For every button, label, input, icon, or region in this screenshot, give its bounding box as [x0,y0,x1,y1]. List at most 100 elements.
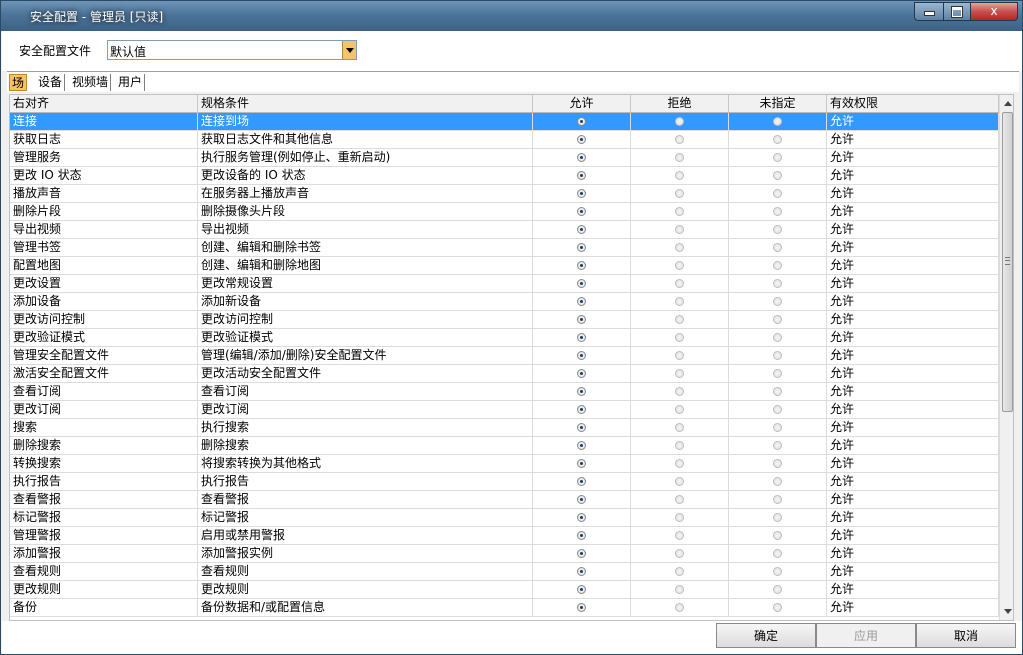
allow-radio[interactable] [577,495,586,504]
table-row[interactable]: 配置地图 创建、编辑和删除地图 允许 [10,257,999,275]
deny-radio[interactable] [675,477,684,486]
unspecified-radio[interactable] [773,459,782,468]
deny-radio[interactable] [675,333,684,342]
unspecified-radio[interactable] [773,297,782,306]
table-row[interactable]: 获取日志 获取日志文件和其他信息 允许 [10,131,999,149]
deny-radio[interactable] [675,279,684,288]
deny-radio[interactable] [675,387,684,396]
deny-radio[interactable] [675,549,684,558]
chevron-down-icon[interactable] [342,41,356,59]
table-row[interactable]: 激活安全配置文件 更改活动安全配置文件 允许 [10,365,999,383]
deny-radio[interactable] [675,351,684,360]
unspecified-radio[interactable] [773,279,782,288]
deny-radio[interactable] [675,513,684,522]
allow-radio[interactable] [577,333,586,342]
unspecified-radio[interactable] [773,153,782,162]
unspecified-radio[interactable] [773,495,782,504]
deny-radio[interactable] [675,225,684,234]
table-row[interactable]: 删除片段 删除摄像头片段 允许 [10,203,999,221]
unspecified-radio[interactable] [773,531,782,540]
ok-button[interactable]: 确定 [716,623,816,648]
allow-radio[interactable] [577,405,586,414]
deny-radio[interactable] [675,315,684,324]
deny-radio[interactable] [675,369,684,378]
table-row[interactable]: 删除搜索 删除搜索 允许 [10,437,999,455]
tab-video-wall[interactable]: 视频墙 [70,74,112,91]
deny-radio[interactable] [675,243,684,252]
table-row[interactable]: 管理警报 启用或禁用警报 允许 [10,527,999,545]
table-row[interactable]: 查看警报 查看警报 允许 [10,491,999,509]
allow-radio[interactable] [577,207,586,216]
unspecified-radio[interactable] [773,405,782,414]
deny-radio[interactable] [675,405,684,414]
allow-radio[interactable] [577,261,586,270]
deny-radio[interactable] [675,531,684,540]
unspecified-radio[interactable] [773,117,782,126]
unspecified-radio[interactable] [773,243,782,252]
table-row[interactable]: 导出视频 导出视频 允许 [10,221,999,239]
unspecified-radio[interactable] [773,207,782,216]
allow-radio[interactable] [577,513,586,522]
unspecified-radio[interactable] [773,477,782,486]
table-row[interactable]: 更改 IO 状态 更改设备的 IO 状态 允许 [10,167,999,185]
unspecified-radio[interactable] [773,567,782,576]
table-row[interactable]: 管理安全配置文件 管理(编辑/添加/删除)安全配置文件 允许 [10,347,999,365]
table-row[interactable]: 执行报告 执行报告 允许 [10,473,999,491]
maximize-button[interactable] [943,2,971,21]
unspecified-radio[interactable] [773,171,782,180]
tab-users[interactable]: 用户 [116,74,146,91]
deny-radio[interactable] [675,441,684,450]
unspecified-radio[interactable] [773,189,782,198]
deny-radio[interactable] [675,585,684,594]
table-row[interactable]: 查看订阅 查看订阅 允许 [10,383,999,401]
allow-radio[interactable] [577,477,586,486]
unspecified-radio[interactable] [773,333,782,342]
table-row[interactable]: 播放声音 在服务器上播放声音 允许 [10,185,999,203]
allow-radio[interactable] [577,171,586,180]
table-row[interactable]: 添加警报 添加警报实例 允许 [10,545,999,563]
unspecified-radio[interactable] [773,387,782,396]
unspecified-radio[interactable] [773,603,782,612]
deny-radio[interactable] [675,297,684,306]
deny-radio[interactable] [675,603,684,612]
unspecified-radio[interactable] [773,261,782,270]
col-header-condition[interactable]: 规格条件 [198,95,533,112]
tab-site[interactable]: 场 [9,74,28,91]
table-row[interactable]: 更改验证模式 更改验证模式 允许 [10,329,999,347]
allow-radio[interactable] [577,369,586,378]
deny-radio[interactable] [675,117,684,126]
allow-radio[interactable] [577,441,586,450]
allow-radio[interactable] [577,135,586,144]
allow-radio[interactable] [577,459,586,468]
unspecified-radio[interactable] [773,351,782,360]
col-header-allow[interactable]: 允许 [533,95,631,112]
unspecified-radio[interactable] [773,423,782,432]
deny-radio[interactable] [675,567,684,576]
table-row[interactable]: 转换搜索 将搜索转换为其他格式 允许 [10,455,999,473]
unspecified-radio[interactable] [773,369,782,378]
allow-radio[interactable] [577,117,586,126]
allow-radio[interactable] [577,225,586,234]
deny-radio[interactable] [675,261,684,270]
title-bar[interactable]: 安全配置 - 管理员 [只读] x [1,1,1022,31]
table-row[interactable]: 备份 备份数据和/或配置信息 允许 [10,599,999,617]
deny-radio[interactable] [675,495,684,504]
allow-radio[interactable] [577,567,586,576]
col-header-effective[interactable]: 有效权限 [827,95,999,112]
vertical-scrollbar[interactable] [999,95,1013,620]
table-row[interactable]: 管理书签 创建、编辑和删除书签 允许 [10,239,999,257]
allow-radio[interactable] [577,603,586,612]
allow-radio[interactable] [577,279,586,288]
deny-radio[interactable] [675,135,684,144]
cancel-button[interactable]: 取消 [916,623,1016,648]
table-row[interactable]: 标记警报 标记警报 允许 [10,509,999,527]
profile-select[interactable]: 默认值 [107,40,357,60]
unspecified-radio[interactable] [773,513,782,522]
scroll-down-button[interactable] [1000,604,1013,620]
allow-radio[interactable] [577,423,586,432]
table-row[interactable]: 搜索 执行搜索 允许 [10,419,999,437]
unspecified-radio[interactable] [773,315,782,324]
close-button[interactable]: x [970,2,1018,21]
allow-radio[interactable] [577,243,586,252]
table-row[interactable]: 管理服务 执行服务管理(例如停止、重新启动) 允许 [10,149,999,167]
